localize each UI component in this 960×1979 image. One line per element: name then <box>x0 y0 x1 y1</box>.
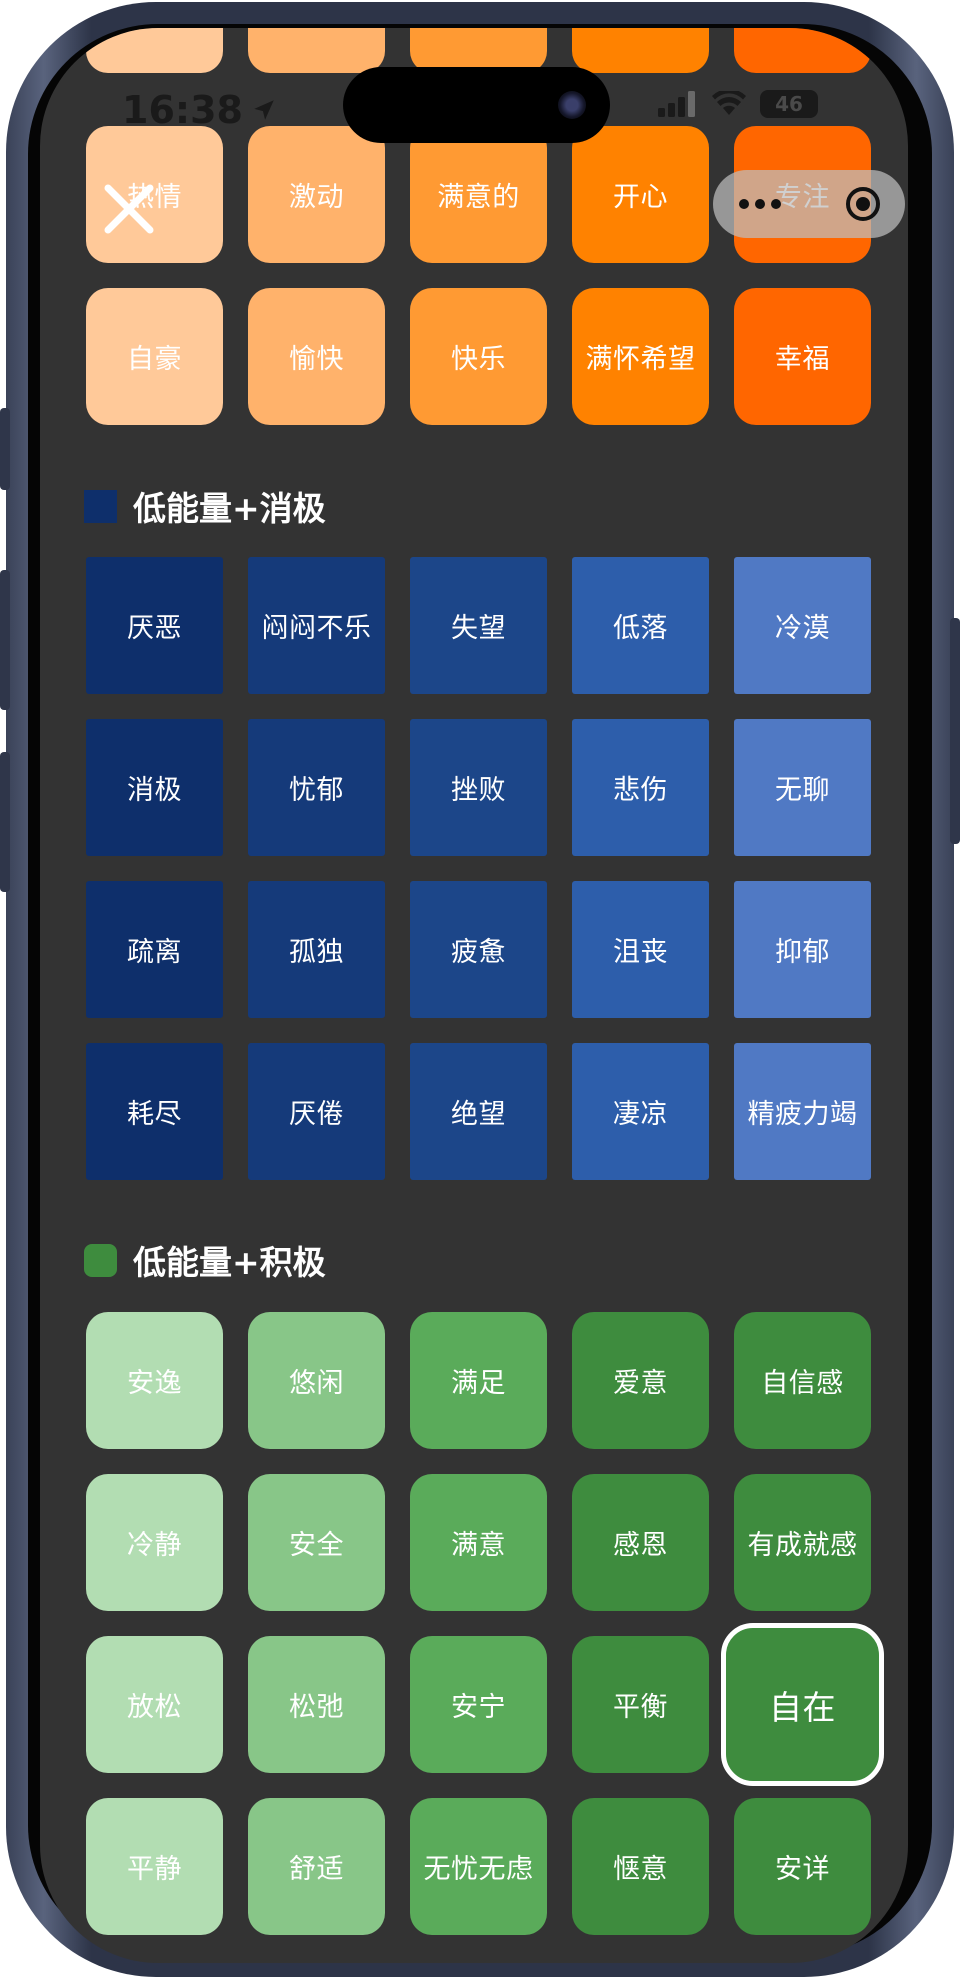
section-title-low-positive: 低能量+积极 <box>84 1240 326 1282</box>
emotion-tile[interactable]: 惬意 <box>572 1798 709 1935</box>
battery-level: 46 <box>775 92 803 116</box>
emotion-tile[interactable] <box>734 28 871 73</box>
emotion-tile[interactable]: 悲伤 <box>572 719 709 856</box>
emotion-tile[interactable]: 松弛 <box>248 1636 385 1773</box>
emotion-tile[interactable]: 安详 <box>734 1798 871 1935</box>
emotion-tile[interactable]: 疏离 <box>86 881 223 1018</box>
status-bar-time: 16:38 <box>122 88 277 132</box>
emotion-tile[interactable]: 安全 <box>248 1474 385 1611</box>
emotion-tile[interactable]: 放松 <box>86 1636 223 1773</box>
close-icon <box>104 184 154 234</box>
emotion-tile[interactable]: 疲惫 <box>410 881 547 1018</box>
volume-down-button <box>0 752 10 892</box>
more-dot <box>739 199 749 209</box>
emotion-tile[interactable] <box>86 28 223 73</box>
emotion-tile[interactable]: 自豪 <box>86 288 223 425</box>
emotion-tile[interactable]: 爱意 <box>572 1312 709 1449</box>
section-title-text: 低能量+积极 <box>133 1243 326 1282</box>
mini-program-capsule <box>713 170 905 238</box>
emotion-tile[interactable]: 挫败 <box>410 719 547 856</box>
camera-icon <box>558 91 586 119</box>
battery-icon: 46 <box>760 90 818 118</box>
emotion-tile[interactable]: 凄凉 <box>572 1043 709 1180</box>
emotion-tile[interactable]: 冷静 <box>86 1474 223 1611</box>
emotion-tile[interactable]: 无忧无虑 <box>410 1798 547 1935</box>
emotion-tile[interactable]: 有成就感 <box>734 1474 871 1611</box>
emotion-tile[interactable]: 幸福 <box>734 288 871 425</box>
emotion-tile[interactable]: 满怀希望 <box>572 288 709 425</box>
emotion-tile[interactable]: 感恩 <box>572 1474 709 1611</box>
emotion-tile[interactable]: 厌恶 <box>86 557 223 694</box>
wifi-icon <box>712 91 746 115</box>
status-bar-right: 46 <box>658 90 818 118</box>
emotion-tile[interactable]: 忧郁 <box>248 719 385 856</box>
emotion-tile[interactable]: 冷漠 <box>734 557 871 694</box>
emotion-tile[interactable]: 愉快 <box>248 288 385 425</box>
emotion-tile[interactable]: 安宁 <box>410 1636 547 1773</box>
emotion-tile[interactable]: 满意的 <box>410 126 547 263</box>
emotion-tile[interactable] <box>248 28 385 73</box>
clock-text: 16:38 <box>122 88 243 132</box>
volume-up-button <box>0 570 10 710</box>
more-button[interactable] <box>739 199 781 209</box>
section-color-swatch <box>84 1243 117 1277</box>
emotion-tile[interactable]: 失望 <box>410 557 547 694</box>
emotion-tile[interactable]: 自信感 <box>734 1312 871 1449</box>
emotion-tile[interactable]: 耗尽 <box>86 1043 223 1180</box>
emotion-tile[interactable]: 开心 <box>572 126 709 263</box>
signal-icon <box>658 91 695 117</box>
emotion-tile[interactable]: 安逸 <box>86 1312 223 1449</box>
emotion-tile[interactable]: 消极 <box>86 719 223 856</box>
emotion-tile[interactable]: 厌倦 <box>248 1043 385 1180</box>
location-arrow-icon <box>254 100 274 120</box>
emotion-tile[interactable]: 舒适 <box>248 1798 385 1935</box>
emotion-tile[interactable] <box>572 28 709 73</box>
section-title-low-negative: 低能量+消极 <box>84 486 326 528</box>
emotion-tile[interactable]: 精疲力竭 <box>734 1043 871 1180</box>
emotion-tile[interactable]: 绝望 <box>410 1043 547 1180</box>
emotion-tile[interactable]: 抑郁 <box>734 881 871 1018</box>
dynamic-island <box>343 67 610 143</box>
section-color-swatch <box>84 489 117 523</box>
emotion-tile[interactable]: 激动 <box>248 126 385 263</box>
emotion-tile[interactable]: 平静 <box>86 1798 223 1935</box>
app-screen: 热情 激动 满意的 开心 专注 自豪 愉快 快乐 满怀希望 幸福 低能量+消极 … <box>40 28 908 1963</box>
emotion-tile[interactable]: 闷闷不乐 <box>248 557 385 694</box>
emotion-tile[interactable]: 低落 <box>572 557 709 694</box>
section-title-text: 低能量+消极 <box>133 489 326 528</box>
more-dot <box>755 199 765 209</box>
emotion-tile[interactable]: 满足 <box>410 1312 547 1449</box>
emotion-tile[interactable]: 平衡 <box>572 1636 709 1773</box>
more-dot <box>771 199 781 209</box>
emotion-tile[interactable]: 悠闲 <box>248 1312 385 1449</box>
emotion-tile[interactable]: 快乐 <box>410 288 547 425</box>
power-button <box>950 618 960 844</box>
action-button <box>0 408 10 490</box>
emotion-tile[interactable]: 孤独 <box>248 881 385 1018</box>
emotion-tile[interactable]: 满意 <box>410 1474 547 1611</box>
emotion-tile[interactable]: 无聊 <box>734 719 871 856</box>
emotion-tile-selected[interactable]: 自在 <box>721 1623 884 1786</box>
exit-target-icon[interactable] <box>843 184 883 224</box>
close-button[interactable] <box>96 176 162 242</box>
emotion-tile[interactable]: 沮丧 <box>572 881 709 1018</box>
